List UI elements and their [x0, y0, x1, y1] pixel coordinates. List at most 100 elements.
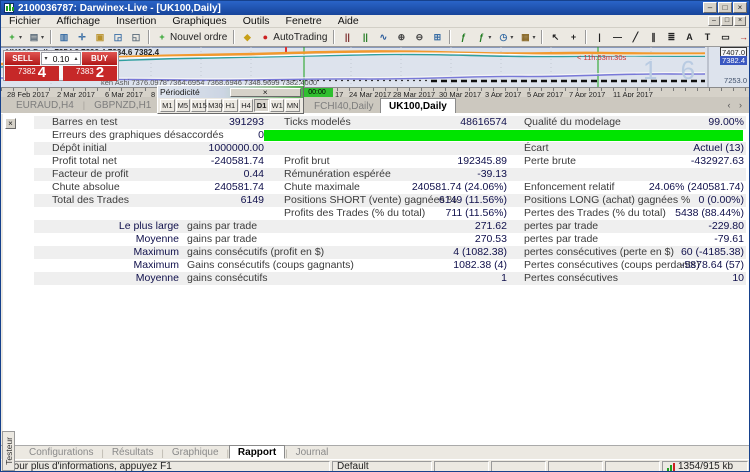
menu-affichage[interactable]: Affichage — [49, 15, 109, 28]
child-minimize-button[interactable]: – — [708, 16, 720, 26]
report-label: gains par trade — [187, 233, 257, 246]
depth-of-market-button[interactable]: ◆ — [238, 29, 256, 45]
tile-windows-button[interactable]: ⊞ — [428, 29, 446, 45]
tester-tab-graphique[interactable]: Graphique — [164, 446, 227, 459]
app-icon — [4, 3, 14, 13]
report-value: 48616574 — [334, 116, 507, 129]
vertical-line-button[interactable]: | — [590, 29, 608, 45]
volume-input[interactable] — [50, 54, 72, 64]
periodicity-titlebar[interactable]: Périodicité × — [158, 86, 303, 98]
new-chart-button[interactable]: +▾ — [3, 29, 25, 45]
report-value: -240581.74 — [94, 155, 264, 168]
volume-up-icon[interactable]: ▴ — [72, 55, 80, 62]
tester-tab-rapport[interactable]: Rapport — [229, 445, 285, 459]
child-close-button[interactable]: × — [734, 16, 746, 26]
status-cell — [491, 461, 546, 472]
text-button[interactable]: A — [680, 29, 698, 45]
trendline-button[interactable]: ╱ — [626, 29, 644, 45]
market-watch-button[interactable]: ▥ — [55, 29, 73, 45]
volume-down-icon[interactable]: ▾ — [42, 55, 50, 62]
report-value: 711 (11.56%) — [334, 207, 507, 220]
bar-chart-button[interactable]: || — [338, 29, 356, 45]
strategy-tester-button[interactable]: ◲ — [109, 29, 127, 45]
crosshair-time-badge: 00:00 — [301, 88, 333, 97]
templates-button[interactable]: ▦▾ — [516, 29, 538, 45]
indicators-button[interactable]: ƒ — [454, 29, 472, 45]
period-w1-button[interactable]: W1 — [270, 99, 285, 112]
child-restore-button[interactable]: □ — [721, 16, 733, 26]
navigator-icon: ✛ — [76, 32, 88, 43]
period-m1-button[interactable]: M1 — [160, 99, 175, 112]
period-h4-button[interactable]: H4 — [239, 99, 254, 112]
line-chart-button[interactable]: ∿ — [374, 29, 392, 45]
navigator-button[interactable]: ✛ — [73, 29, 91, 45]
menu-fenetre[interactable]: Fenetre — [278, 15, 330, 28]
menu-graphiques[interactable]: Graphiques — [164, 15, 234, 28]
tab-scroll-arrows[interactable]: ‹ › — [728, 100, 746, 110]
period-m5-button[interactable]: M5 — [176, 99, 191, 112]
new-chart-icon: + — [6, 32, 18, 42]
period-m30-button[interactable]: M30 — [207, 99, 222, 112]
mql-editor-button[interactable]: ◱ — [127, 29, 145, 45]
tester-vertical-tab[interactable]: Testeur — [2, 431, 15, 471]
price-label: 7382.4 — [720, 56, 747, 65]
arrows-button[interactable]: →▾ — [734, 29, 750, 45]
tester-tab-journal[interactable]: Journal — [288, 446, 337, 459]
autotrading-button[interactable]: ●AutoTrading — [256, 29, 330, 45]
sell-price-big-digit: 4 — [38, 66, 46, 80]
horizontal-line-button[interactable]: — — [608, 29, 626, 45]
cursor-icon: ↖ — [549, 32, 561, 43]
report-row: Moyennegains consécutifs1Pertes consécut… — [34, 272, 746, 285]
horizontal-line-icon: — — [611, 32, 623, 42]
timeframes-icon: ◷ — [497, 32, 509, 43]
text-label-button[interactable]: T — [698, 29, 716, 45]
shapes-button[interactable]: ▭ — [716, 29, 734, 45]
chart-tab-gbpnzd-h1[interactable]: GBPNZD,H1 — [85, 100, 160, 111]
candlestick-chart-button[interactable]: || — [356, 29, 374, 45]
minimize-button[interactable]: – — [703, 2, 717, 13]
chart-tab-euraud-h4[interactable]: EURAUD,H4 — [7, 100, 83, 111]
report-value: 6149 — [94, 194, 264, 207]
add-indicator-button[interactable]: ƒ▾ — [472, 29, 494, 45]
report-close-icon[interactable]: × — [5, 118, 16, 129]
period-mn-button[interactable]: MN — [285, 99, 300, 112]
period-h1-button[interactable]: H1 — [223, 99, 238, 112]
new-order-label: Nouvel ordre — [170, 32, 227, 43]
periodicity-close-icon[interactable]: × — [230, 88, 302, 97]
period-d1-button[interactable]: D1 — [254, 99, 269, 112]
chevron-down-icon: ▾ — [510, 34, 513, 41]
buy-price[interactable]: 7383 2 — [63, 66, 117, 81]
new-order-button[interactable]: +Nouvel ordre — [153, 29, 230, 45]
period-m15-button[interactable]: M15 — [191, 99, 206, 112]
report-row: Profits des Trades (% du total)711 (11.5… — [34, 207, 746, 220]
timeframes-button[interactable]: ◷▾ — [494, 29, 516, 45]
periodicity-toolbar: Périodicité × M1M5M15M30H1H4D1W1MN — [157, 85, 304, 114]
status-profile[interactable]: Default — [332, 461, 432, 472]
chart-tab-uk100-daily[interactable]: UK100,Daily — [380, 98, 456, 113]
traffic-bars-icon — [667, 463, 675, 471]
sell-button[interactable]: SELL — [5, 52, 40, 65]
menu-aide[interactable]: Aide — [330, 15, 367, 28]
trendline-icon: ╱ — [629, 32, 641, 43]
tester-tab-r-sultats[interactable]: Résultats — [104, 446, 162, 459]
menu-bar: FichierAffichageInsertionGraphiquesOutil… — [1, 15, 749, 28]
maximize-button[interactable]: □ — [718, 2, 732, 13]
sell-price[interactable]: 7382 4 — [5, 66, 59, 81]
crosshair-button[interactable]: + — [564, 29, 582, 45]
profiles-button[interactable]: ▤▾ — [25, 29, 47, 45]
cursor-button[interactable]: ↖ — [546, 29, 564, 45]
tester-tab-configurations[interactable]: Configurations — [21, 446, 101, 459]
equidistant-channel-button[interactable]: ∥ — [644, 29, 662, 45]
fibonacci-button[interactable]: ≣ — [662, 29, 680, 45]
zoom-in-icon: ⊕ — [395, 32, 407, 43]
terminal-button[interactable]: ▣ — [91, 29, 109, 45]
report-value: Maximum — [34, 246, 179, 259]
chart-tab-fchi40-daily[interactable]: FCHI40,Daily — [306, 99, 381, 114]
close-button[interactable]: × — [733, 2, 747, 13]
zoom-out-button[interactable]: ⊖ — [410, 29, 428, 45]
menu-insertion[interactable]: Insertion — [108, 15, 164, 28]
zoom-in-button[interactable]: ⊕ — [392, 29, 410, 45]
report-value: 271.62 — [334, 220, 507, 233]
menu-outils[interactable]: Outils — [235, 15, 278, 28]
menu-fichier[interactable]: Fichier — [1, 15, 49, 28]
